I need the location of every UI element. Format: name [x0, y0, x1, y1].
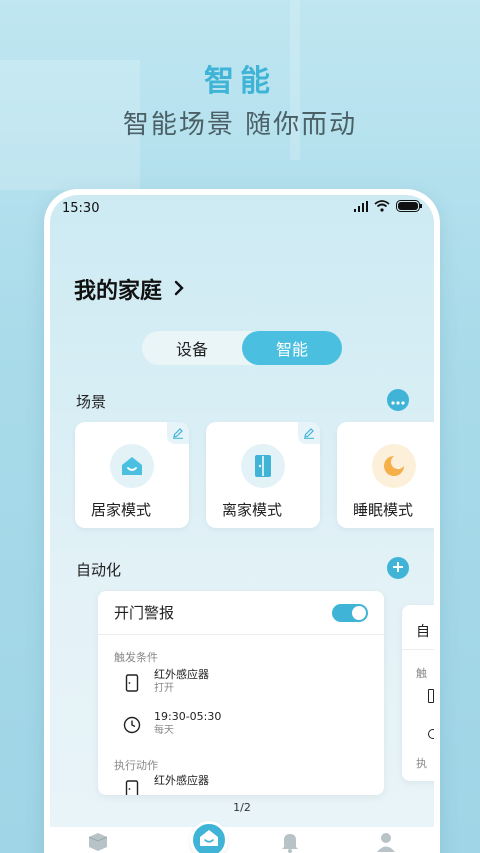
- clock-icon: [428, 729, 434, 739]
- status-icons: [354, 200, 422, 216]
- tab-devices[interactable]: 设备: [142, 331, 242, 365]
- scene-label: 居家模式: [91, 501, 152, 519]
- profile-tab-icon: [375, 831, 397, 853]
- phone-frame: 15:30 我的家庭 设备 智能 场景 居家模式 离家模式 睡眠模式 自动化 开…: [44, 189, 440, 853]
- promo-subtitle: 智能场景 随你而动: [122, 110, 358, 140]
- automation-card-header: 开门警报: [98, 591, 384, 635]
- trigger-label: 触发条件: [114, 651, 158, 664]
- trigger-row: 红外感应器 打开: [122, 667, 209, 696]
- scene-label: 睡眠模式: [353, 501, 414, 519]
- automation-carousel: 开门警报 触发条件 红外感应器 打开 19:30-05:30 每天 执行动作 红…: [50, 591, 434, 796]
- segmented-control: 设备 智能: [142, 331, 342, 365]
- edit-scene-button[interactable]: [298, 422, 320, 444]
- pencil-icon: [172, 424, 184, 443]
- automation-title: 自: [416, 624, 430, 640]
- door-sensor-icon: [122, 673, 142, 693]
- more-button[interactable]: [387, 389, 409, 411]
- status-time: 15:30: [62, 200, 100, 216]
- battery-icon: [396, 200, 422, 216]
- scene-card-away[interactable]: 离家模式: [206, 422, 320, 528]
- pencil-icon: [303, 424, 315, 443]
- action-row: 红外感应器: [122, 773, 209, 795]
- automation-card[interactable]: 开门警报 触发条件 红外感应器 打开 19:30-05:30 每天 执行动作 红…: [98, 591, 384, 795]
- home-selector[interactable]: 我的家庭: [74, 273, 184, 305]
- scenes-label: 场景: [76, 393, 107, 411]
- app-screen: 15:30 我的家庭 设备 智能 场景 居家模式 离家模式 睡眠模式 自动化 开…: [50, 195, 434, 853]
- door-sensor-icon: [122, 779, 142, 795]
- profile-tab[interactable]: [366, 829, 406, 853]
- bottom-tab-bar: [50, 827, 434, 853]
- automation-label: 自动化: [76, 561, 122, 579]
- scene-card-sleep[interactable]: 睡眠模式: [337, 422, 434, 528]
- trigger-name: 19:30-05:30: [154, 710, 222, 723]
- door-icon: [241, 444, 285, 488]
- automation-title: 开门警报: [114, 604, 175, 622]
- trigger-row: 19:30-05:30 每天: [122, 709, 221, 738]
- scene-card-home[interactable]: 居家模式: [75, 422, 189, 528]
- home-smile-icon: [110, 444, 154, 488]
- automation-card-next[interactable]: 自 触 执: [402, 605, 434, 781]
- plus-icon: [392, 560, 404, 576]
- add-automation-button[interactable]: [387, 557, 409, 579]
- wifi-icon: [374, 200, 390, 216]
- clock-icon: [122, 715, 142, 735]
- notifications-tab[interactable]: [270, 829, 310, 853]
- door-sensor-icon: [428, 689, 434, 703]
- edit-scene-button[interactable]: [167, 422, 189, 444]
- home-tab[interactable]: [190, 821, 228, 853]
- page-indicator: 1/2: [233, 801, 251, 814]
- scene-list: 居家模式 离家模式 睡眠模式: [75, 422, 434, 532]
- home-title: 我的家庭: [74, 279, 163, 304]
- trigger-detail: 打开: [154, 683, 174, 694]
- action-label: 执行动作: [114, 759, 158, 772]
- status-bar: 15:30: [50, 195, 434, 221]
- divider: [402, 649, 434, 650]
- home-tab-icon: [199, 829, 219, 851]
- bell-tab-icon: [280, 831, 300, 853]
- devices-tab[interactable]: [78, 829, 118, 853]
- more-icon: [391, 392, 405, 408]
- scene-label: 离家模式: [222, 501, 283, 519]
- trigger-detail: 每天: [154, 725, 174, 736]
- promo-title: 智能: [204, 64, 276, 99]
- trigger-name: 红外感应器: [154, 668, 209, 681]
- tab-smart[interactable]: 智能: [242, 331, 342, 365]
- chevron-right-icon: [174, 277, 184, 302]
- action-label: 执: [416, 757, 427, 770]
- trigger-label: 触: [416, 667, 427, 680]
- signal-icon: [354, 200, 368, 216]
- action-name: 红外感应器: [154, 774, 209, 787]
- automation-toggle[interactable]: [332, 603, 368, 622]
- moon-icon: [372, 444, 416, 488]
- devices-tab-icon: [87, 831, 109, 853]
